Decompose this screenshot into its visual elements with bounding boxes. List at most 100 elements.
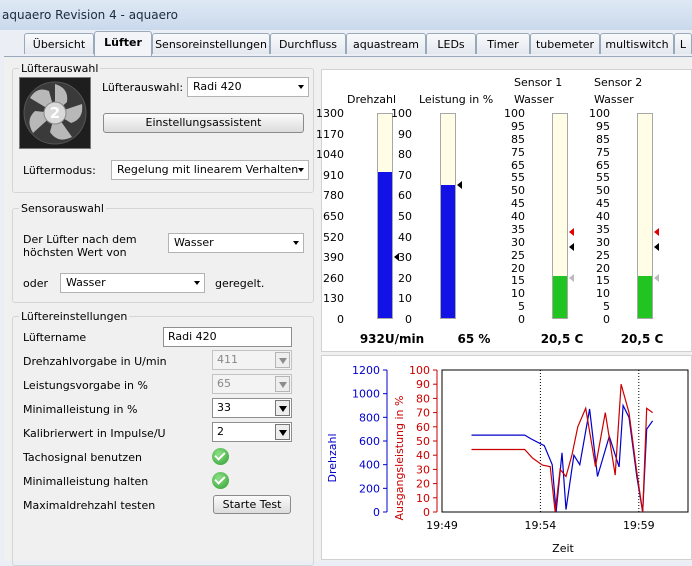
- chart-y-tick-label: 1000: [352, 388, 380, 401]
- sensor2-combo[interactable]: Wasser: [60, 273, 205, 293]
- gauge-alarm-pointer-icon: [569, 228, 574, 237]
- fan-mode-value: Regelung mit linearem Verhalten: [117, 163, 299, 176]
- min-hold-label: Minimalleistung halten: [23, 475, 149, 488]
- fan-select-title: Lüfterauswahl: [19, 62, 101, 75]
- gauge-scale-label: 0: [337, 313, 344, 326]
- gauge-scale-label: 0: [405, 313, 412, 326]
- gauge-scale-label: 45: [511, 197, 525, 211]
- tab-timer[interactable]: Timer: [476, 33, 530, 54]
- gauges-panel: Drehzahl Leistung in % Sensor 1 Wasser S…: [316, 69, 692, 352]
- max-rpm-test-label: Maximaldrehzahl testen: [23, 499, 156, 512]
- gauge-scale-label: 0: [603, 313, 610, 326]
- tab-more[interactable]: L: [674, 33, 692, 54]
- gauge-bar: [637, 113, 653, 319]
- start-test-button[interactable]: Starte Test: [213, 495, 291, 514]
- tab-luefter[interactable]: Lüfter: [94, 31, 152, 56]
- fan-name-input[interactable]: Radi 420: [163, 327, 292, 347]
- gauge-pointer-icon: [457, 181, 462, 190]
- chart-ylabel-left: Drehzahl: [326, 433, 339, 482]
- chevron-down-icon: [275, 352, 290, 368]
- tab-content: Lüfterauswahl 2 Lüfterauswahl: Radi 420 …: [4, 56, 692, 566]
- fan-select-combo[interactable]: Radi 420: [187, 77, 309, 97]
- min-hold-check-icon[interactable]: [212, 472, 229, 489]
- sensor1-value: Wasser: [174, 236, 214, 249]
- gauge-scale-label: 85: [511, 132, 525, 146]
- gauge-power-value: 65 %: [457, 332, 491, 346]
- or-label: oder: [23, 277, 49, 290]
- chevron-down-icon: [194, 281, 200, 285]
- window-title: aquaero Revision 4 - aquaero: [2, 8, 179, 22]
- gauge-scale-label: 55: [511, 171, 525, 185]
- gauge-sensor1-title: Sensor 1: [514, 76, 563, 89]
- chevron-down-icon[interactable]: [275, 400, 290, 416]
- gauge-scale-label: 780: [323, 189, 344, 203]
- gauge-bar: [552, 113, 568, 319]
- gauge-pointer-icon: [654, 242, 659, 251]
- fan-number: 2: [50, 104, 60, 122]
- power-setpoint-stepper: 65: [212, 374, 292, 394]
- gauge-scale-label: 65: [511, 158, 525, 172]
- min-power-label: Minimalleistung in %: [23, 403, 138, 416]
- gauge-scale-label: 10: [596, 287, 610, 301]
- gauge-bar: [440, 113, 456, 319]
- tab-tubemeter[interactable]: tubemeter: [530, 33, 600, 54]
- wizard-button[interactable]: Einstellungsassistent: [103, 113, 304, 133]
- gauge-scale-label: 85: [596, 132, 610, 146]
- gauge-scale-label: 260: [323, 271, 344, 285]
- gauge-scale-label: 90: [398, 127, 412, 141]
- chart-y-tick-label-right: 0: [423, 506, 430, 519]
- sensor1-combo[interactable]: Wasser: [168, 233, 304, 253]
- calibration-value: 2: [217, 425, 224, 438]
- history-chart-panel: 19:49 19:54 19:59 0 200 400 600 800 1000 1200 0 10 2…: [321, 355, 692, 560]
- tacho-check-icon[interactable]: [212, 448, 229, 465]
- chart-y-tick-label-right: 50: [416, 435, 430, 448]
- chart-y-tick-label: 0: [373, 506, 380, 519]
- tab-uebersicht[interactable]: Übersicht: [24, 33, 94, 54]
- gauge-scale-label: 0: [518, 313, 525, 326]
- gauge-rpm-value: 932U/min: [359, 332, 425, 346]
- tab-aquastream[interactable]: aquastream: [346, 33, 426, 54]
- chart-x-tick-label: 19:59: [623, 519, 655, 532]
- calibration-stepper[interactable]: 2: [212, 422, 292, 442]
- gauge-scale-label: 75: [596, 145, 610, 159]
- chart-y-tick-label-right: 100: [409, 364, 430, 377]
- calibration-label: Kalibrierwert in Impulse/U: [23, 427, 166, 440]
- gauge-sensor1-value: 20,5 C: [540, 332, 584, 346]
- chart-y-tick-label: 200: [359, 482, 380, 495]
- chart-y-tick-label: 400: [359, 459, 380, 472]
- gauge-scale-label: 50: [398, 210, 412, 223]
- power-setpoint-value: 65: [217, 377, 231, 390]
- chart-x-tick-label: 19:54: [525, 519, 557, 532]
- gauge-fill: [553, 276, 567, 318]
- gauge-alarm-pointer-icon: [654, 228, 659, 237]
- fan-mode-combo[interactable]: Regelung mit linearem Verhalten: [111, 160, 309, 180]
- tab-leds[interactable]: LEDs: [426, 33, 476, 54]
- tab-multiswitch[interactable]: multiswitch: [600, 33, 674, 54]
- chevron-down-icon[interactable]: [275, 424, 290, 440]
- sensor-select-label-1: Der Lüfter nach dem: [23, 233, 137, 246]
- min-power-stepper[interactable]: 33: [212, 398, 292, 418]
- gauge-scale-label: 10: [511, 287, 525, 301]
- gauge-scale-label: 80: [398, 148, 412, 162]
- chevron-down-icon: [298, 168, 304, 172]
- sensor-select-group: Sensorauswahl Der Lüfter nach dem höchst…: [12, 202, 314, 303]
- tab-durchfluss[interactable]: Durchfluss: [270, 33, 346, 54]
- gauge-scale-label: 95: [596, 119, 610, 133]
- gauge-scale-label: 65: [596, 158, 610, 172]
- chart-y-tick-label: 1200: [352, 364, 380, 377]
- gauge-scale-label: 25: [596, 248, 610, 262]
- gauge-rpm-title: Drehzahl: [347, 93, 397, 106]
- rpm-setpoint-label: Drehzahlvorgabe in U/min: [23, 355, 167, 368]
- gauge-scale-label: 75: [511, 145, 525, 159]
- gauge-scale-label: 910: [323, 168, 344, 182]
- gauge-scale-label: 45: [596, 197, 610, 211]
- gauge-scale-label: 5: [518, 300, 525, 314]
- sensor-select-title: Sensorauswahl: [19, 202, 106, 215]
- gauge-scale-label: 50: [511, 184, 525, 198]
- fan-icon: 2: [19, 77, 91, 149]
- gauge-scale-label: 520: [323, 230, 344, 244]
- tab-sensoreinstellungen[interactable]: Sensoreinstellungen: [152, 33, 270, 54]
- rpm-setpoint-value: 411: [217, 353, 238, 366]
- gauge-scale-label: 50: [596, 184, 610, 198]
- history-chart: 19:49 19:54 19:590200400600800100012000102…: [326, 364, 689, 555]
